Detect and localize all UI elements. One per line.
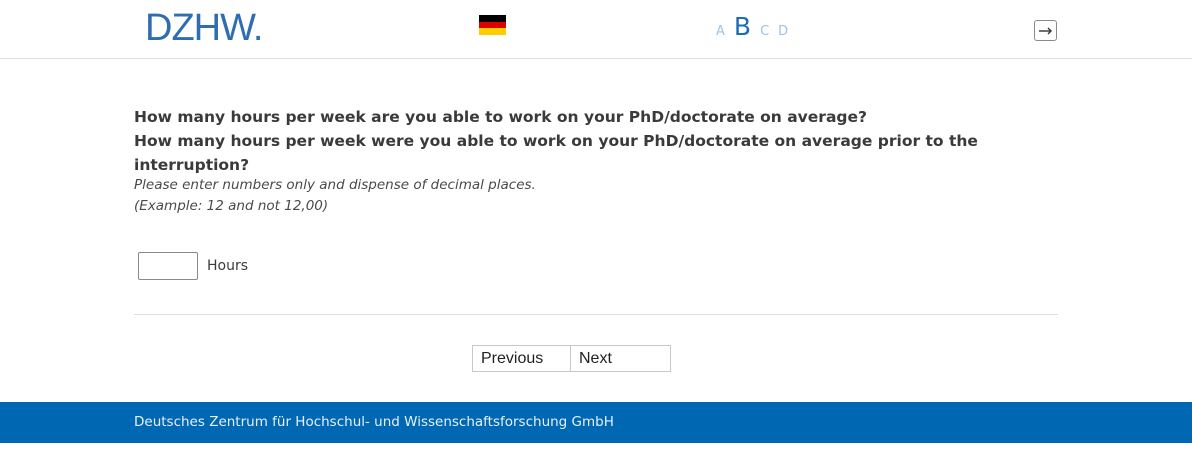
logout-button[interactable] [1034, 20, 1057, 41]
footer: Deutsches Zentrum für Hochschul- und Wis… [0, 402, 1192, 443]
hint-example: (Example: 12 and not 12,00) [134, 198, 329, 214]
question-text-prior: How many hours per week were you able to… [134, 132, 978, 174]
hint-line: Please enter numbers only and dispense o… [134, 177, 536, 193]
font-size-option-c[interactable]: C [760, 24, 769, 39]
page-navigation: Previous Next [472, 345, 671, 372]
font-size-option-b[interactable]: B [734, 12, 751, 41]
footer-text: Deutsches Zentrum für Hochschul- und Wis… [134, 414, 614, 430]
next-button[interactable]: Next [571, 345, 671, 372]
dzhw-logo: DZHW. [145, 7, 263, 49]
question-text-current: How many hours per week are you able to … [134, 108, 868, 126]
font-size-option-a[interactable]: A [716, 24, 725, 39]
previous-button[interactable]: Previous [472, 345, 571, 372]
exit-icon [1039, 27, 1052, 34]
font-size-option-d[interactable]: D [778, 24, 788, 39]
germany-flag-icon[interactable] [479, 15, 506, 36]
hours-unit-label: Hours [207, 258, 249, 274]
hours-answer: Hours [138, 252, 248, 280]
font-size-selector: A B C D [716, 12, 788, 41]
question-hint: Please enter numbers only and dispense o… [134, 175, 834, 217]
hours-input[interactable] [138, 252, 198, 280]
divider [134, 314, 1058, 315]
header: DZHW. A B C D [0, 0, 1192, 59]
